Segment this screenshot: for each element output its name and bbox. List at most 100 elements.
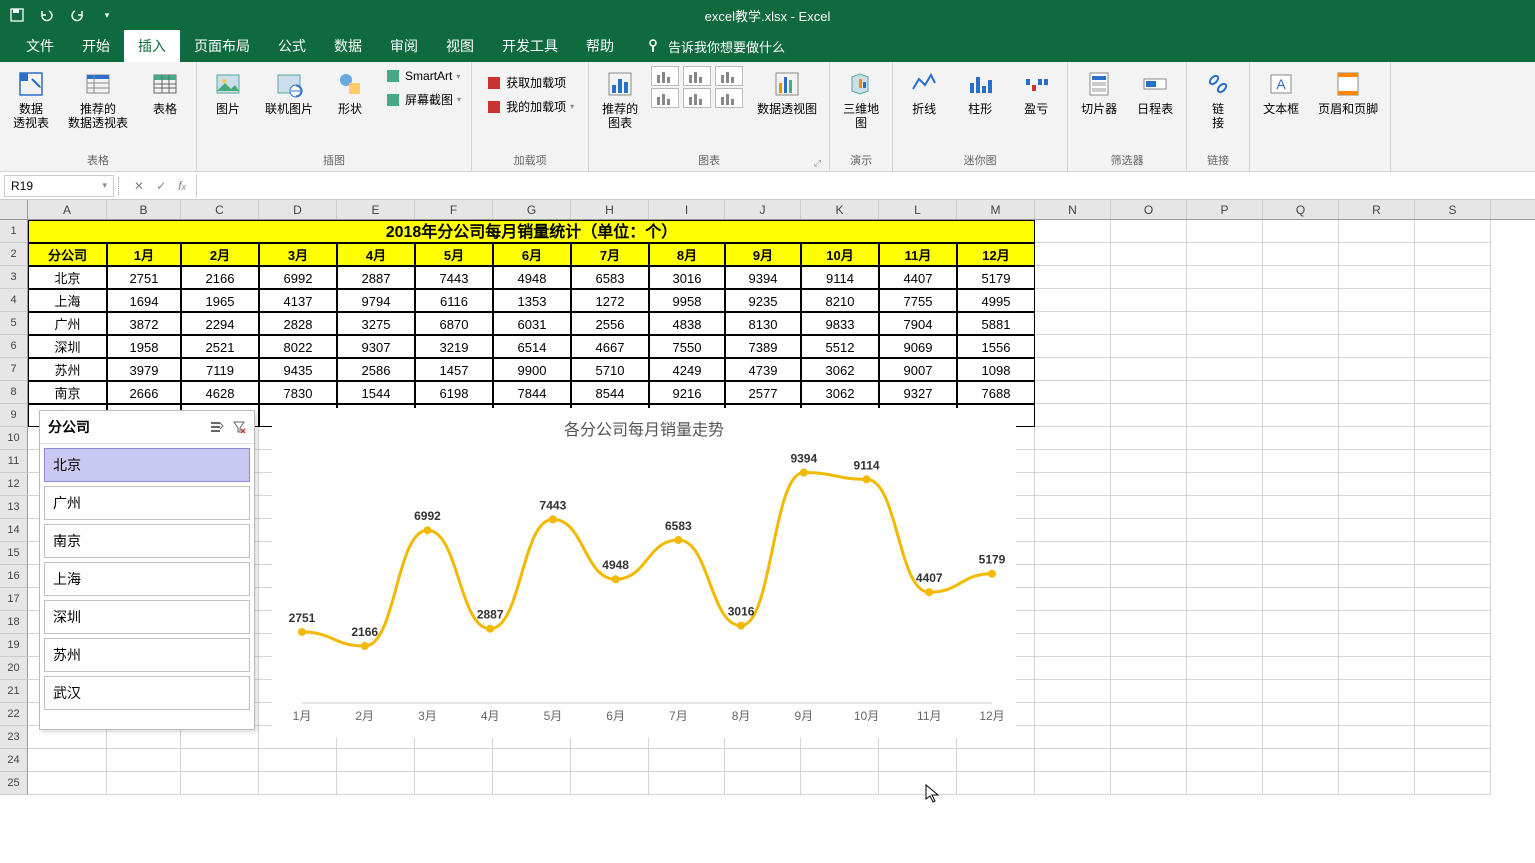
cell[interactable]: 5179: [957, 266, 1035, 289]
cell[interactable]: [1415, 611, 1491, 634]
cell[interactable]: [1263, 381, 1339, 404]
cell[interactable]: 1694: [107, 289, 181, 312]
cell[interactable]: [107, 772, 181, 795]
cell[interactable]: [1035, 772, 1111, 795]
cell[interactable]: [1035, 749, 1111, 772]
cell[interactable]: [1111, 588, 1187, 611]
slicer-item[interactable]: 广州: [44, 486, 250, 520]
column-header[interactable]: E: [337, 200, 415, 219]
cell[interactable]: [1187, 289, 1263, 312]
row-header[interactable]: 24: [0, 749, 28, 772]
cell[interactable]: 9007: [879, 358, 957, 381]
cell[interactable]: [1035, 657, 1111, 680]
tab-开发工具[interactable]: 开发工具: [488, 30, 572, 62]
cell[interactable]: [1187, 703, 1263, 726]
row-header[interactable]: 3: [0, 266, 28, 289]
cell[interactable]: 2751: [107, 266, 181, 289]
cell[interactable]: [1339, 381, 1415, 404]
cell[interactable]: [1035, 565, 1111, 588]
cell[interactable]: 5512: [801, 335, 879, 358]
cell[interactable]: 5881: [957, 312, 1035, 335]
cell[interactable]: 3062: [801, 358, 879, 381]
cell[interactable]: [1111, 473, 1187, 496]
cell[interactable]: [1339, 266, 1415, 289]
cell[interactable]: 12月: [957, 243, 1035, 266]
cell[interactable]: [1339, 611, 1415, 634]
chart-type-icon[interactable]: [715, 88, 743, 108]
column-header[interactable]: M: [957, 200, 1035, 219]
cell[interactable]: [1035, 289, 1111, 312]
row-header[interactable]: 1: [0, 220, 28, 243]
cell[interactable]: 8544: [571, 381, 649, 404]
cell[interactable]: [1111, 266, 1187, 289]
column-header[interactable]: G: [493, 200, 571, 219]
cell[interactable]: [1035, 312, 1111, 335]
tab-文件[interactable]: 文件: [12, 30, 68, 62]
slicer-item[interactable]: 苏州: [44, 638, 250, 672]
cell[interactable]: [1111, 427, 1187, 450]
cell[interactable]: [1111, 243, 1187, 266]
select-all-cell[interactable]: [0, 200, 28, 219]
cell[interactable]: [571, 772, 649, 795]
cell[interactable]: [1187, 657, 1263, 680]
cell[interactable]: 2828: [259, 312, 337, 335]
cell[interactable]: [1415, 726, 1491, 749]
cell[interactable]: 1353: [493, 289, 571, 312]
cell[interactable]: [1111, 404, 1187, 427]
cell[interactable]: [1111, 542, 1187, 565]
cell[interactable]: 7月: [571, 243, 649, 266]
column-header[interactable]: D: [259, 200, 337, 219]
screenshot-button[interactable]: 屏幕截图 ▾: [381, 89, 465, 110]
cell[interactable]: [1339, 427, 1415, 450]
cell[interactable]: [1187, 496, 1263, 519]
cell[interactable]: 4739: [725, 358, 801, 381]
smartart-button[interactable]: SmartArt ▾: [381, 66, 465, 86]
cell[interactable]: [1035, 496, 1111, 519]
cell[interactable]: [1339, 312, 1415, 335]
column-header[interactable]: H: [571, 200, 649, 219]
cell[interactable]: 7830: [259, 381, 337, 404]
sparkline-column-button[interactable]: 柱形: [955, 66, 1005, 118]
column-header[interactable]: P: [1187, 200, 1263, 219]
cell[interactable]: [1111, 496, 1187, 519]
cell[interactable]: 上海: [28, 289, 107, 312]
cell[interactable]: [1415, 588, 1491, 611]
row-header[interactable]: 12: [0, 473, 28, 496]
cell[interactable]: [1187, 312, 1263, 335]
cell[interactable]: 2521: [181, 335, 259, 358]
row-header[interactable]: 22: [0, 703, 28, 726]
column-header[interactable]: N: [1035, 200, 1111, 219]
cell[interactable]: [28, 749, 107, 772]
row-header[interactable]: 23: [0, 726, 28, 749]
cell[interactable]: 6992: [259, 266, 337, 289]
cell[interactable]: [1339, 726, 1415, 749]
cell[interactable]: 1月: [107, 243, 181, 266]
cell[interactable]: [1187, 266, 1263, 289]
cell[interactable]: 9958: [649, 289, 725, 312]
cell[interactable]: [1035, 542, 1111, 565]
cell[interactable]: 2294: [181, 312, 259, 335]
name-box[interactable]: R19▾: [4, 175, 114, 197]
cell[interactable]: 6198: [415, 381, 493, 404]
cell[interactable]: [1415, 473, 1491, 496]
cell[interactable]: [1187, 450, 1263, 473]
slicer-panel[interactable]: 分公司 北京广州南京上海深圳苏州武汉: [39, 410, 255, 730]
cell[interactable]: 9069: [879, 335, 957, 358]
tab-开始[interactable]: 开始: [68, 30, 124, 62]
cell[interactable]: 2018年分公司每月销量统计（单位：个）: [28, 220, 1035, 243]
cell[interactable]: [1263, 726, 1339, 749]
cell[interactable]: 10月: [801, 243, 879, 266]
cell[interactable]: [801, 772, 879, 795]
undo-icon[interactable]: [38, 6, 56, 24]
cell[interactable]: 7844: [493, 381, 571, 404]
dialog-launcher-icon[interactable]: ⤢: [814, 158, 821, 169]
cell[interactable]: 2577: [725, 381, 801, 404]
slicer-button[interactable]: 切片器: [1074, 66, 1124, 118]
cell[interactable]: 8月: [649, 243, 725, 266]
cell[interactable]: [1263, 749, 1339, 772]
cell[interactable]: [725, 772, 801, 795]
cell[interactable]: [1111, 680, 1187, 703]
textbox-button[interactable]: A文本框: [1256, 66, 1306, 118]
cell[interactable]: 2166: [181, 266, 259, 289]
row-header[interactable]: 10: [0, 427, 28, 450]
